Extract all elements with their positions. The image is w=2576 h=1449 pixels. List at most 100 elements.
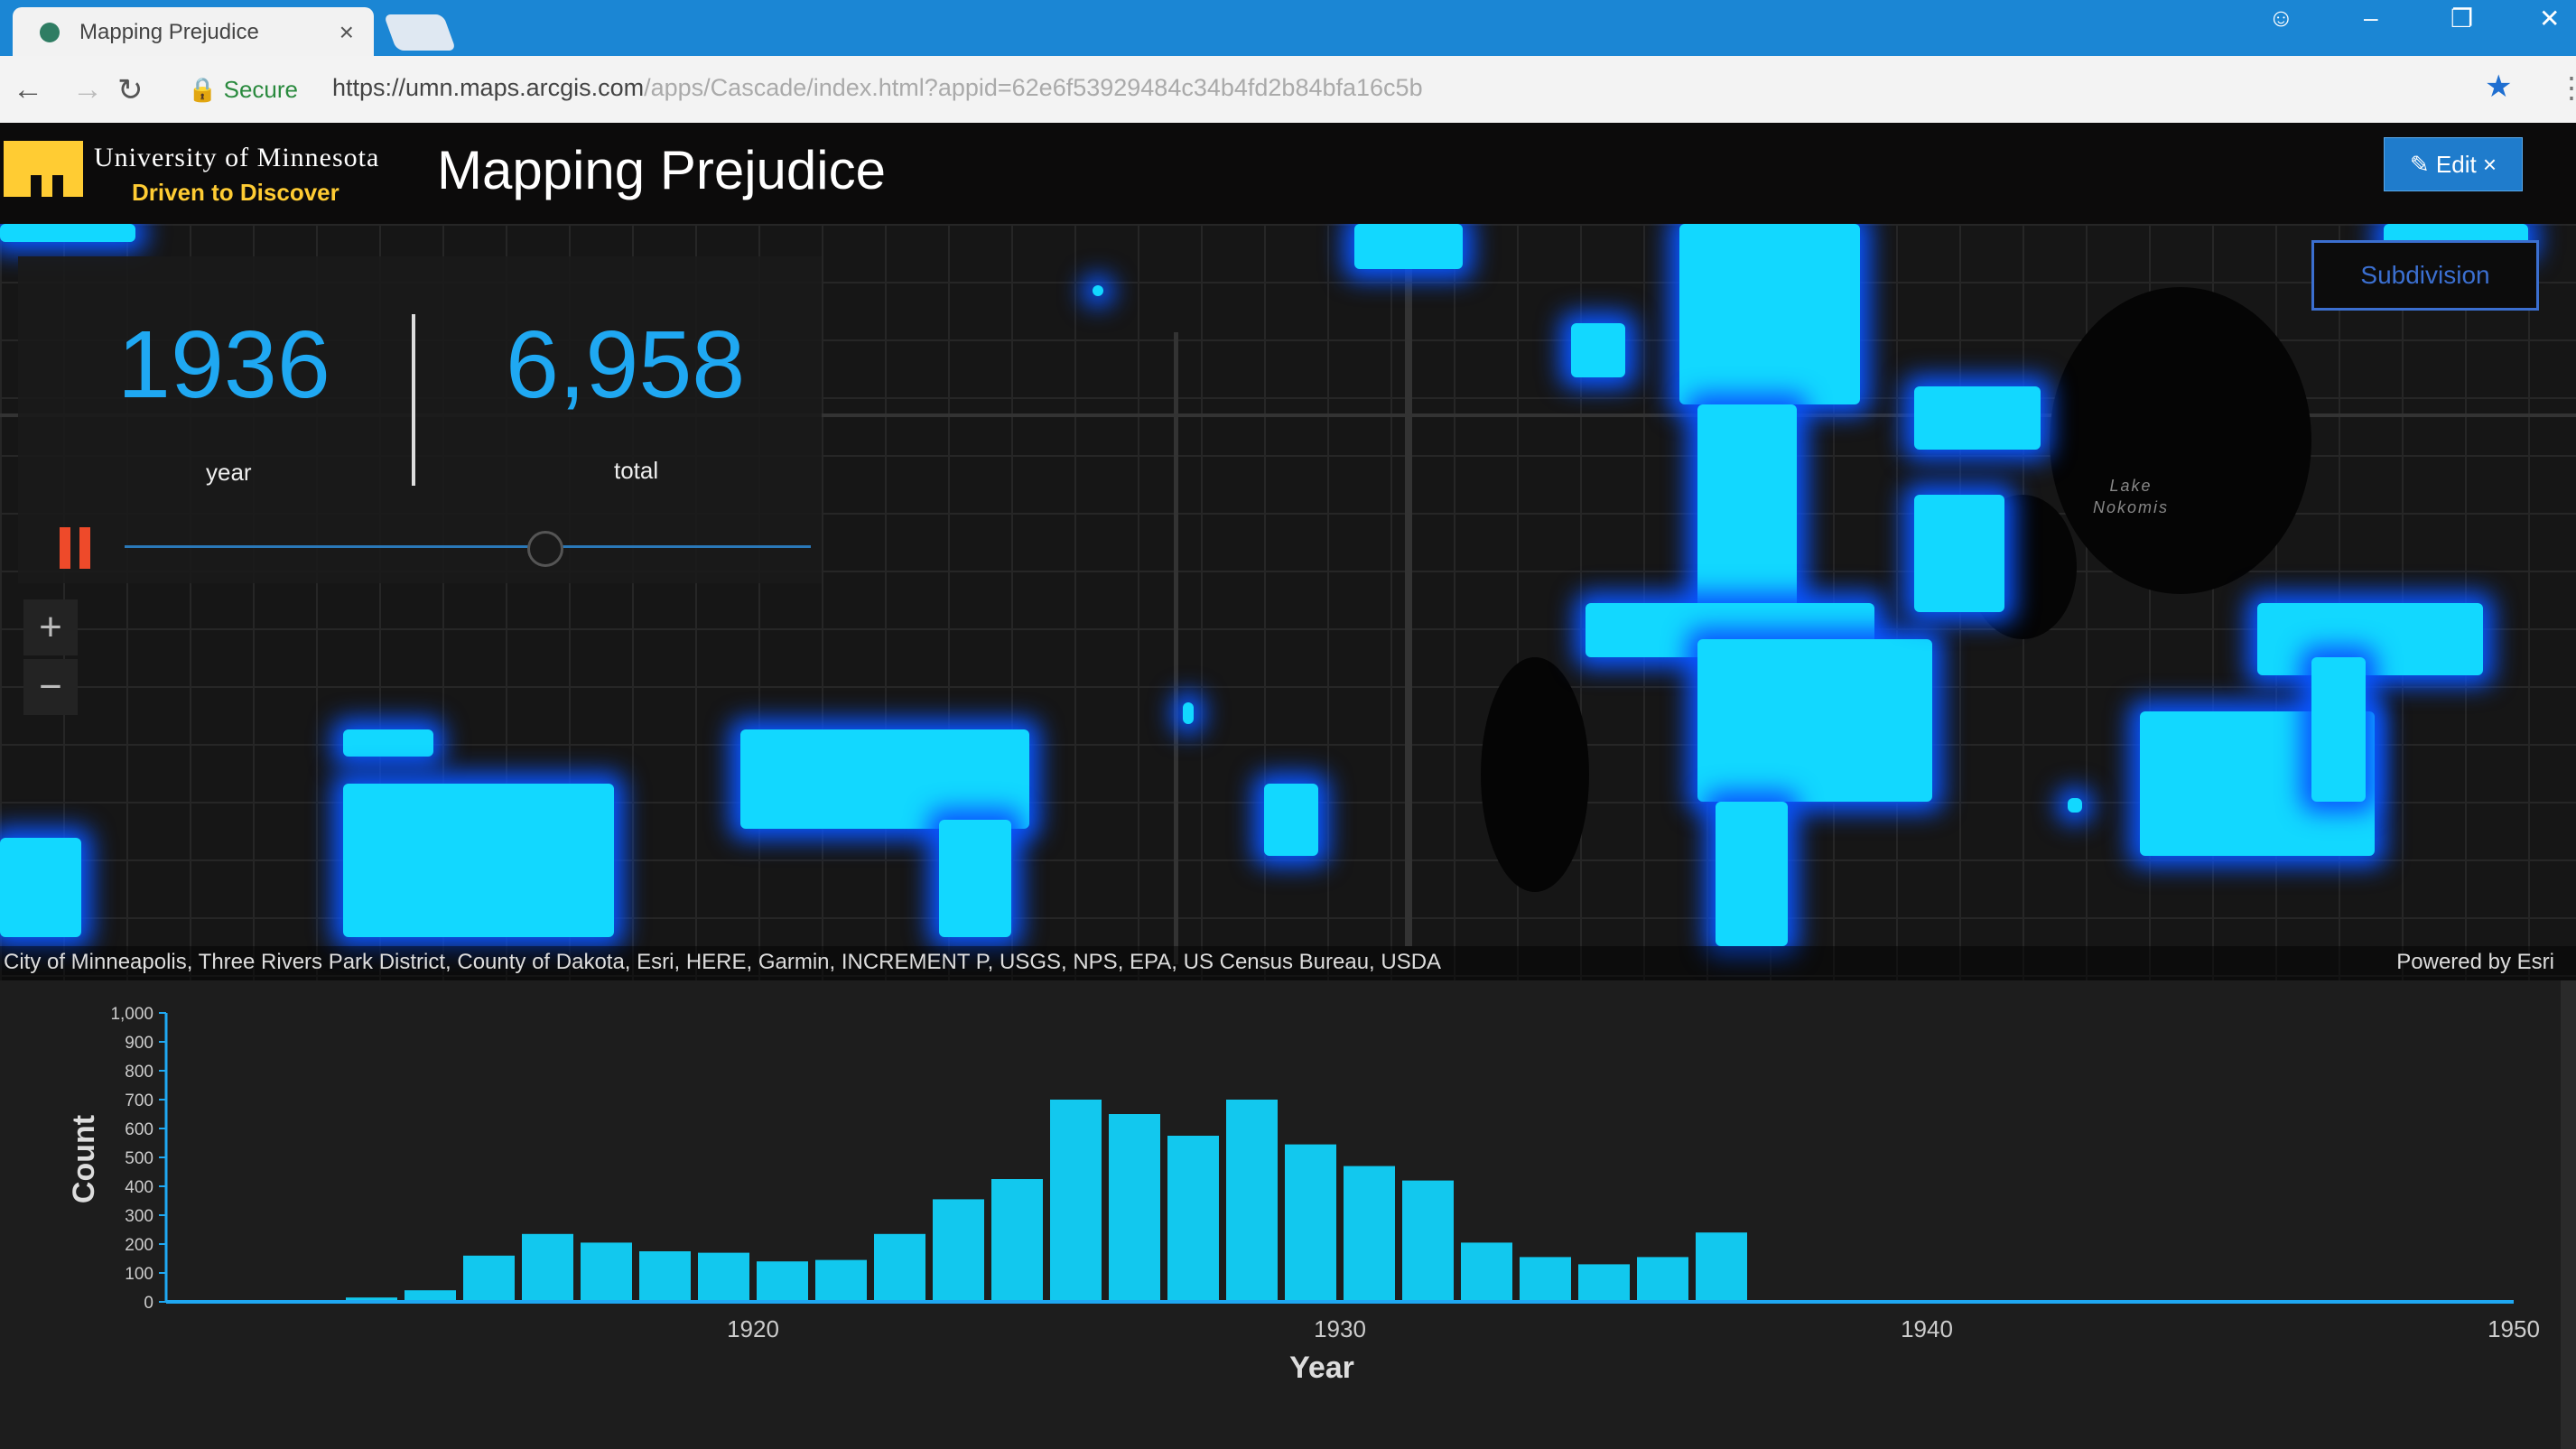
map-attribution: City of Minneapolis, Three Rivers Park D… [4, 950, 1442, 974]
close-window-icon[interactable]: ✕ [2539, 4, 2560, 33]
lake-label: Lake Nokomis [2093, 477, 2170, 516]
scrollbar[interactable] [2561, 980, 2576, 1449]
histogram-bar[interactable] [933, 1199, 984, 1302]
x-tick-label: 1930 [1314, 1315, 1366, 1342]
road [1405, 224, 1412, 946]
lake-nokomis [2050, 287, 2311, 594]
covenant-cluster [1914, 495, 2004, 612]
y-tick-label: 700 [125, 1091, 153, 1110]
histogram-panel: 0 100 200 300 400 500 600 700 800 900 1,000 1920 19… [0, 980, 2576, 1449]
timeline-slider-handle[interactable] [527, 531, 563, 567]
university-name: University of Minnesota [94, 143, 380, 172]
profile-icon[interactable]: ☺ [2268, 4, 2294, 33]
pencil-icon: ✎ [2409, 150, 2436, 178]
histogram-bar[interactable] [698, 1252, 749, 1302]
histogram-bar[interactable] [815, 1259, 867, 1302]
covenant-cluster [343, 729, 433, 757]
covenant-cluster [1264, 784, 1318, 856]
histogram-bar[interactable] [1637, 1257, 1688, 1302]
minimize-icon[interactable]: – [2364, 4, 2378, 33]
covenant-cluster [1914, 386, 2041, 450]
y-tick-label: 0 [144, 1294, 153, 1313]
covenant-cluster [1679, 224, 1860, 404]
map-view[interactable]: Lake Nokomis Subdivision 1936 year 6,958 … [0, 224, 2576, 980]
edit-label: Edit [2435, 150, 2477, 178]
covenant-cluster [343, 784, 614, 937]
covenant-cluster [2068, 798, 2082, 813]
subdivision-button[interactable]: Subdivision [2311, 240, 2539, 311]
histogram-bar[interactable] [1344, 1166, 1395, 1302]
y-tick-label: 300 [125, 1207, 153, 1226]
tab-title: Mapping Prejudice [79, 20, 259, 44]
y-tick-label: 400 [125, 1178, 153, 1197]
umn-logo [4, 141, 83, 215]
y-tick-label: 800 [125, 1063, 153, 1082]
y-tick-label: 1,000 [110, 1005, 153, 1024]
covenant-cluster [1183, 702, 1194, 724]
year-label: year [206, 459, 252, 486]
y-tick-label: 500 [125, 1149, 153, 1168]
covenant-cluster [1716, 802, 1788, 946]
covenant-cluster [2257, 603, 2483, 675]
restore-icon[interactable]: ❐ [2450, 4, 2473, 33]
histogram-bar[interactable] [1696, 1232, 1747, 1302]
covenant-cluster [0, 838, 81, 937]
y-tick-label: 900 [125, 1034, 153, 1053]
app-header: University of Minnesota Driven to Discov… [0, 123, 2576, 224]
menu-icon[interactable]: ⋮ [2557, 70, 2576, 105]
pause-icon[interactable] [60, 527, 99, 569]
covenant-cluster [939, 820, 1011, 937]
url-path: /apps/Cascade/index.html?appid=62e6f5392… [644, 74, 1423, 101]
x-axis-label: Year [1289, 1351, 1354, 1385]
covenant-cluster [0, 224, 135, 242]
secure-indicator[interactable]: 🔒 Secure [188, 76, 298, 104]
zoom-out-button[interactable]: − [23, 659, 78, 715]
y-tick-label: 600 [125, 1120, 153, 1139]
y-tick-label: 100 [125, 1265, 153, 1284]
histogram-bar[interactable] [1520, 1257, 1571, 1302]
covenant-cluster [1354, 224, 1463, 269]
histogram-bar[interactable] [991, 1179, 1043, 1302]
histogram-bar[interactable] [874, 1233, 925, 1302]
star-icon[interactable]: ★ [2485, 69, 2512, 105]
histogram-bar[interactable] [639, 1251, 691, 1302]
browser-tab[interactable]: Mapping Prejudice × [13, 7, 374, 58]
lake [1481, 657, 1589, 892]
url-field[interactable]: https://umn.maps.arcgis.com/apps/Cascade… [332, 74, 1423, 102]
covenant-cluster [1093, 285, 1103, 296]
covenant-cluster [1697, 639, 1932, 802]
forward-arrow-icon[interactable]: → [72, 72, 103, 107]
histogram-bar[interactable] [1226, 1100, 1278, 1302]
covenant-cluster [1571, 323, 1625, 377]
zoom-in-button[interactable]: + [23, 599, 78, 655]
edit-button[interactable]: ✎ Edit × [2384, 137, 2523, 191]
timeline-slider[interactable] [125, 545, 811, 548]
histogram-bar[interactable] [1167, 1136, 1219, 1302]
university-tagline: Driven to Discover [132, 179, 339, 206]
histogram-bar[interactable] [463, 1255, 515, 1302]
url-host: https://umn.maps.arcgis.com [332, 74, 645, 101]
reload-icon[interactable]: ↻ [117, 72, 144, 108]
histogram-bar[interactable] [1578, 1264, 1630, 1302]
covenant-cluster [2311, 657, 2366, 802]
histogram-bar[interactable] [1109, 1114, 1160, 1302]
divider [412, 314, 415, 486]
histogram-bar[interactable] [1285, 1144, 1336, 1302]
histogram-bar[interactable] [1050, 1100, 1102, 1302]
secure-label: Secure [223, 76, 298, 103]
browser-tab-strip: Mapping Prejudice × ☺ – ❐ ✕ [0, 0, 2576, 58]
new-tab-button[interactable] [383, 14, 457, 51]
road [1174, 332, 1178, 964]
close-tab-icon[interactable]: × [339, 18, 354, 47]
histogram-bar[interactable] [522, 1233, 573, 1302]
address-bar: ← → ↻ 🔒 Secure https://umn.maps.arcgis.c… [0, 56, 2576, 123]
page-title: Mapping Prejudice [437, 140, 886, 200]
y-tick-label: 200 [125, 1236, 153, 1255]
powered-by-esri[interactable]: Powered by Esri [2396, 950, 2554, 975]
back-arrow-icon[interactable]: ← [13, 72, 43, 107]
histogram-bar[interactable] [757, 1261, 808, 1302]
histogram-bar[interactable] [1402, 1180, 1454, 1302]
histogram-bar[interactable] [581, 1242, 632, 1302]
total-value: 6,958 [506, 311, 746, 418]
histogram-bar[interactable] [1461, 1242, 1512, 1302]
